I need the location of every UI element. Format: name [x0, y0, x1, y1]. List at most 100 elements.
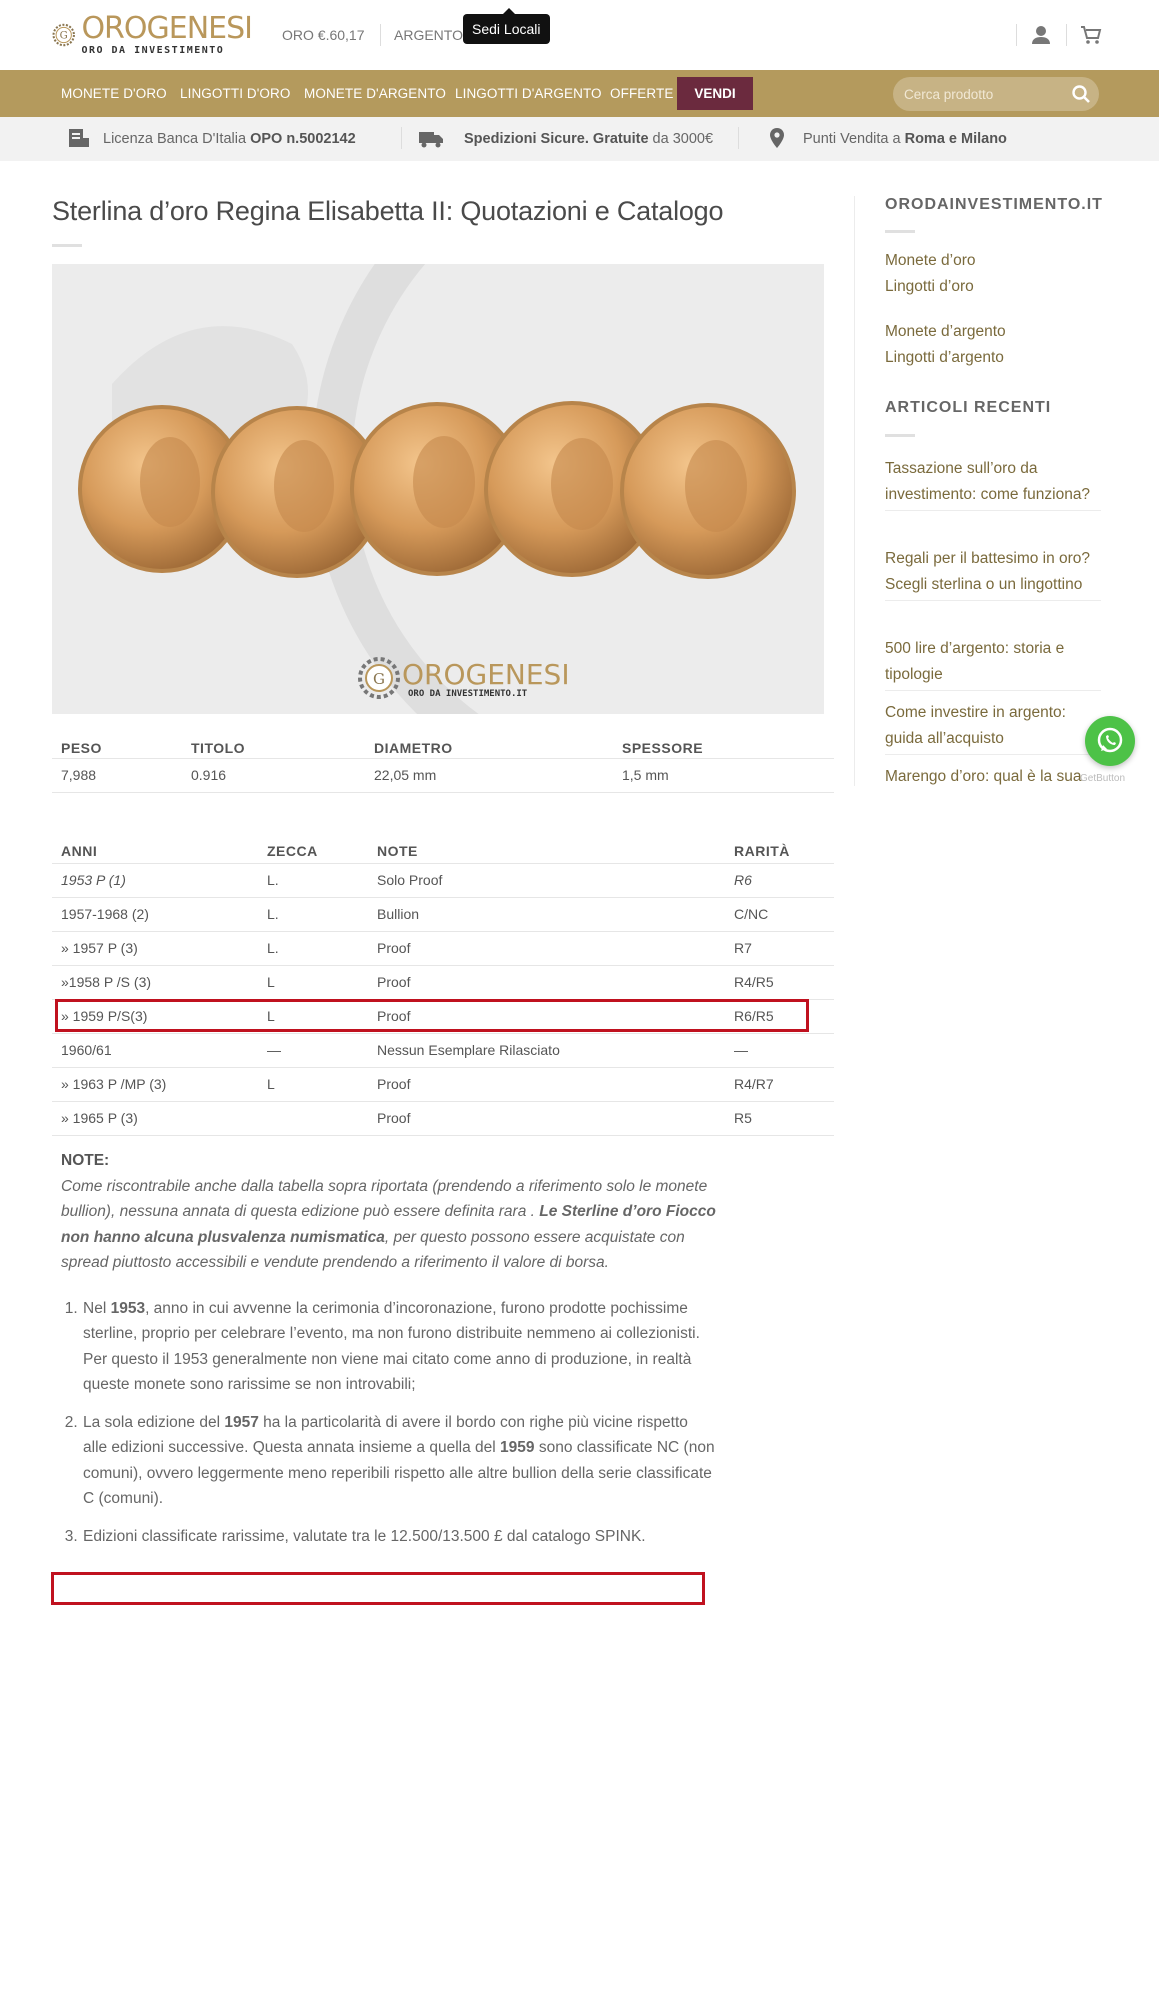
spec-value: 22,05 mm	[365, 758, 613, 793]
cell-year: 1953 P (1)	[52, 863, 258, 898]
years-header: RARITÀ	[725, 830, 834, 864]
cell-rarity: R4/R5	[725, 965, 834, 1000]
cell-mint: L	[258, 1067, 368, 1102]
cell-mint: L	[258, 999, 368, 1034]
sidebar-rule	[885, 434, 915, 437]
logo-gear-icon: G	[52, 23, 75, 47]
site-header: G OROGENESI ORO DA INVESTIMENTO ORO €.60…	[0, 0, 1159, 70]
coin-group	[78, 401, 796, 579]
sidebar-title-recent: ARTICOLI RECENTI	[885, 399, 1052, 416]
user-icon[interactable]	[1029, 23, 1053, 47]
cell-year: » 1963 P /MP (3)	[52, 1067, 258, 1102]
gold-price: ORO €.60,17	[282, 27, 365, 43]
table-row: » 1963 P /MP (3) L Proof R4/R7	[52, 1067, 834, 1102]
sidebar-rule	[885, 230, 915, 233]
hero-image: G OROGENESI ORO DA INVESTIMENTO.IT	[52, 264, 824, 714]
logo-title: OROGENESI	[81, 11, 253, 46]
cell-mint: L.	[258, 897, 368, 932]
getbutton-label: GetButton	[1080, 773, 1126, 784]
cell-year: 1957-1968 (2)	[52, 897, 258, 932]
spec-value: 7,988	[52, 758, 182, 793]
nav-item-offerte[interactable]: OFFERTE	[610, 86, 673, 101]
tooltip: Sedi Locali	[463, 8, 550, 44]
nav-item-lingotti-argento[interactable]: LINGOTTI D'ARGENTO	[455, 86, 602, 101]
page-title: Sterlina d’oro Regina Elisabetta II: Quo…	[52, 196, 724, 226]
truck-icon	[419, 132, 443, 148]
cell-note: Nessun Esemplare Rilasciato	[368, 1033, 725, 1068]
cell-year: » 1957 P (3)	[52, 931, 258, 966]
divider	[1016, 24, 1017, 46]
bank-document-icon	[69, 129, 89, 147]
map-pin-icon	[770, 128, 784, 148]
cell-rarity: R6/R5	[725, 999, 834, 1034]
svg-text:G: G	[60, 31, 68, 42]
cell-mint: L.	[258, 863, 368, 898]
sidebar-link-lingotti-argento[interactable]: Lingotti d’argento	[885, 345, 1100, 371]
sidebar-post[interactable]: 500 lire d’argento: storia e tipologie	[885, 636, 1101, 691]
nav-item-monete-argento[interactable]: MONETE D'ARGENTO	[304, 86, 446, 101]
whatsapp-button[interactable]	[1085, 716, 1135, 766]
table-row: 1957-1968 (2) L. Bullion C/NC	[52, 897, 834, 932]
sidebar-post[interactable]: Regali per il battesimo in oro? Scegli s…	[885, 546, 1101, 601]
hero-watermark-sub: ORO DA INVESTIMENTO.IT	[408, 689, 528, 699]
stores-info: Punti Vendita a Roma e Milano	[803, 131, 1007, 147]
years-table: ANNI ZECCA NOTE RARITÀ 1953 P (1) L. Sol…	[52, 830, 834, 1136]
notes-heading: NOTE:	[61, 1152, 110, 1169]
sidebar-post[interactable]: Tassazione sull’oro da investimento: com…	[885, 456, 1101, 511]
spec-header: PESO	[52, 728, 182, 759]
cell-note: Bullion	[368, 897, 725, 932]
spec-value: 1,5 mm	[613, 758, 834, 793]
specs-table: PESO TITOLO DIAMETRO SPESSORE 7,988 0.91…	[52, 728, 834, 793]
sidebar-post[interactable]: Marengo d’oro: qual è la sua	[885, 764, 1101, 790]
info-bar: Licenza Banca D'Italia OPO n.5002142 Spe…	[0, 117, 1159, 161]
hero-watermark: OROGENESI	[402, 658, 570, 691]
cell-rarity: R4/R7	[725, 1067, 834, 1102]
cell-note: Solo Proof	[368, 863, 725, 898]
sidebar-post[interactable]: Come investire in argento: guida all’acq…	[885, 700, 1101, 755]
cell-mint: L.	[258, 931, 368, 966]
search-icon[interactable]	[1071, 84, 1091, 104]
sidebar-title-site: ORODAINVESTIMENTO.IT	[885, 196, 1103, 213]
cell-note: Proof	[368, 965, 725, 1000]
cell-rarity: R5	[725, 1101, 834, 1136]
cart-icon[interactable]	[1079, 23, 1103, 47]
nav-item-lingotti-oro[interactable]: LINGOTTI D'ORO	[180, 86, 290, 101]
site-logo[interactable]: G OROGENESI ORO DA INVESTIMENTO	[52, 10, 253, 60]
note-item-2: La sola edizione del 1957 ha la particol…	[82, 1410, 716, 1512]
cell-year: 1960/61	[52, 1033, 258, 1068]
table-row: » 1965 P (3) Proof R5	[52, 1101, 834, 1136]
main-nav: MONETE D'ORO LINGOTTI D'ORO MONETE D'ARG…	[0, 70, 1159, 117]
sidebar-link-lingotti-oro[interactable]: Lingotti d’oro	[885, 274, 1100, 300]
sidebar-divider	[854, 196, 855, 786]
notes-section: NOTE: Come riscontrabile anche dalla tab…	[52, 1148, 716, 1561]
years-header: ZECCA	[258, 830, 368, 864]
table-row: 1960/61 — Nessun Esemplare Rilasciato —	[52, 1033, 834, 1068]
nav-item-monete-oro[interactable]: MONETE D'ORO	[61, 86, 167, 101]
whatsapp-icon	[1097, 727, 1123, 753]
table-row-highlighted: » 1959 P/S(3) L Proof R6/R5	[52, 999, 834, 1034]
highlight-box-note	[51, 1572, 705, 1605]
years-header: ANNI	[52, 830, 258, 864]
table-row: » 1957 P (3) L. Proof R7	[52, 931, 834, 966]
search-input[interactable]	[893, 77, 1063, 111]
sidebar-link-monete-argento[interactable]: Monete d’argento	[885, 319, 1100, 345]
cell-note: Proof	[368, 1101, 725, 1136]
cell-note: Proof	[368, 931, 725, 966]
spec-header: DIAMETRO	[365, 728, 613, 759]
table-row: 1953 P (1) L. Solo Proof R6	[52, 863, 834, 898]
spec-header: TITOLO	[182, 728, 365, 759]
cell-year: » 1965 P (3)	[52, 1101, 258, 1136]
cell-mint: L	[258, 965, 368, 1000]
title-rule	[52, 244, 82, 247]
notes-paragraph: Come riscontrabile anche dalla tabella s…	[61, 1177, 716, 1272]
cell-year: » 1959 P/S(3)	[52, 999, 258, 1034]
divider	[738, 127, 739, 149]
cell-rarity: R6	[725, 863, 834, 898]
cell-mint	[258, 1101, 368, 1136]
search-box	[893, 77, 1099, 111]
silver-price: ARGENTO	[394, 27, 463, 43]
sidebar-link-monete-oro[interactable]: Monete d’oro	[885, 248, 1100, 274]
cell-year: »1958 P /S (3)	[52, 965, 258, 1000]
vendi-button[interactable]: VENDI	[677, 77, 753, 110]
divider	[1066, 24, 1067, 46]
